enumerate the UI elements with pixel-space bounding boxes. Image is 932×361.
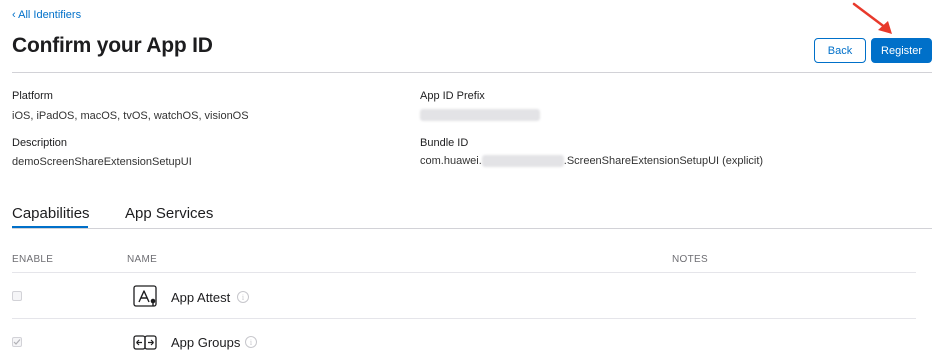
bundle-id-suffix: .ScreenShareExtensionSetupUI (explicit)	[563, 155, 764, 167]
app-groups-icon	[133, 335, 157, 350]
app-groups-name: App Groups	[171, 335, 241, 350]
bundle-id-prefix: com.huawei.	[420, 155, 482, 167]
register-button[interactable]: Register	[871, 38, 932, 63]
app-groups-info-icon[interactable]: i	[245, 336, 257, 348]
description-label: Description	[12, 137, 68, 149]
name-column-header: NAME	[127, 254, 158, 265]
annotation-arrow-icon	[852, 2, 892, 34]
tabs-divider	[12, 228, 932, 229]
enable-column-header: ENABLE	[12, 254, 54, 265]
app-id-prefix-label: App ID Prefix	[420, 90, 485, 102]
all-identifiers-link[interactable]: ‹ All Identifiers	[12, 9, 81, 21]
app-groups-checkbox[interactable]	[12, 337, 22, 347]
tab-app-services[interactable]: App Services	[125, 205, 213, 222]
header-divider	[12, 72, 932, 73]
table-row-divider	[12, 318, 916, 319]
notes-column-header: NOTES	[672, 254, 708, 265]
page-title: Confirm your App ID	[12, 34, 213, 57]
app-attest-checkbox[interactable]	[12, 291, 22, 301]
platform-label: Platform	[12, 90, 53, 102]
back-button[interactable]: Back	[814, 38, 866, 63]
platform-value: iOS, iPadOS, macOS, tvOS, watchOS, visio…	[12, 110, 249, 122]
description-value: demoScreenShareExtensionSetupUI	[12, 156, 192, 168]
table-header-divider	[12, 272, 916, 273]
app-attest-icon	[133, 285, 157, 307]
app-id-prefix-value	[420, 109, 540, 122]
app-attest-info-icon[interactable]: i	[237, 291, 249, 303]
bundle-id-value: com.huawei. .ScreenShareExtensionSetupUI …	[420, 155, 764, 168]
tab-capabilities[interactable]: Capabilities	[12, 205, 90, 222]
redacted-prefix	[420, 109, 540, 122]
checkmark-icon	[13, 339, 21, 345]
app-attest-name: App Attest	[171, 290, 231, 305]
redacted-bundle	[481, 155, 564, 168]
bundle-id-label: Bundle ID	[420, 137, 469, 149]
